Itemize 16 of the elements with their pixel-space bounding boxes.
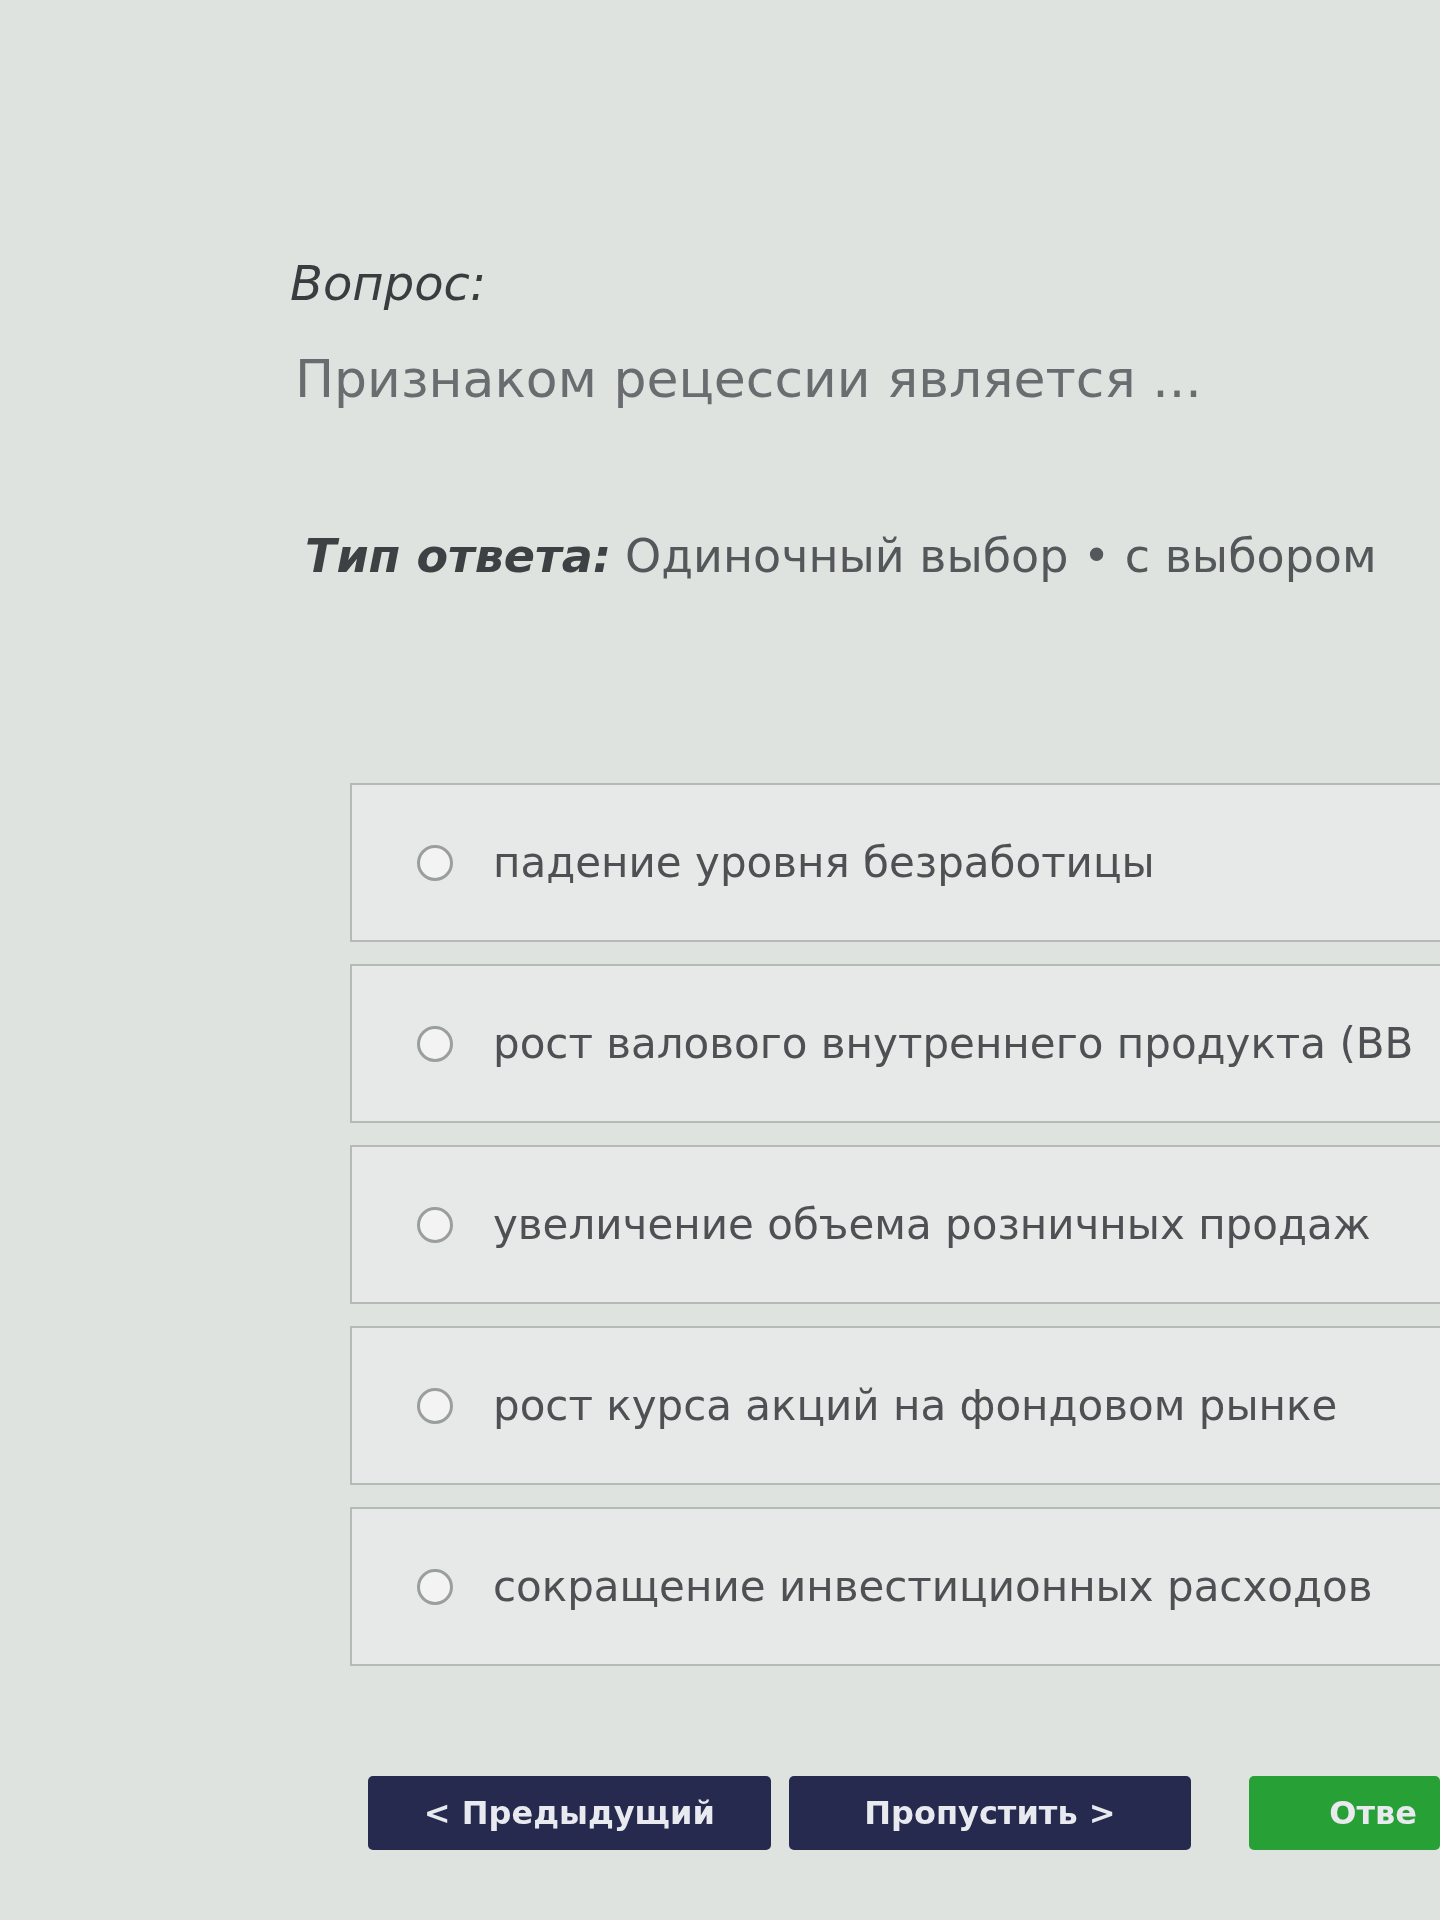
radio-button[interactable]: [417, 844, 453, 881]
nav-button[interactable]: < Предыдущий: [368, 1776, 771, 1850]
answer-option[interactable]: сокращение инвестиционных расходов: [350, 1507, 1440, 1666]
radio-button[interactable]: [417, 1568, 453, 1605]
answer-option[interactable]: рост валового внутреннего продукта (ВВ: [350, 964, 1440, 1123]
answer-type-label: Тип ответа:: [305, 529, 612, 583]
question-text: Признаком рецессии является ...: [295, 349, 1202, 409]
answer-option[interactable]: увеличение объема розничных продаж: [350, 1145, 1440, 1304]
answer-option[interactable]: рост курса акций на фондовом рынке: [350, 1326, 1440, 1485]
radio-button[interactable]: [417, 1025, 453, 1062]
question-heading: Вопрос:: [290, 255, 487, 311]
radio-button[interactable]: [417, 1387, 453, 1424]
nav-button[interactable]: Пропустить >: [788, 1776, 1192, 1850]
radio-button[interactable]: [417, 1206, 453, 1243]
answer-type-value: Одиночный выбор • с выбором: [625, 529, 1377, 583]
answer-option[interactable]: падение уровня безработицы: [350, 783, 1440, 942]
